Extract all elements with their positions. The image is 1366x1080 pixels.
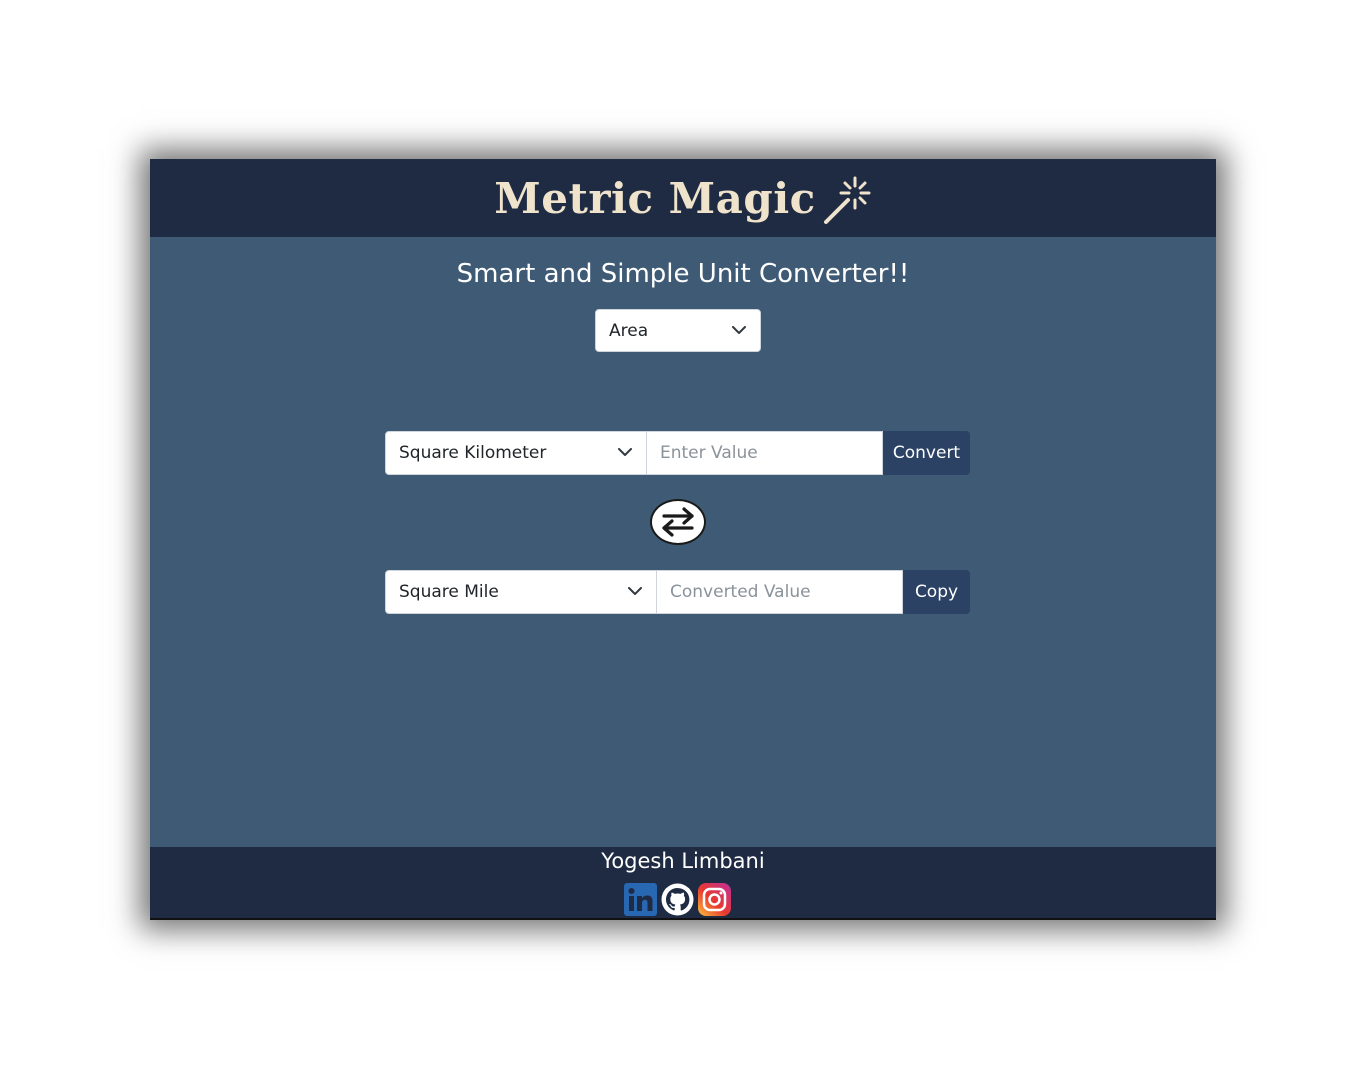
app-title: Metric Magic <box>494 173 816 223</box>
github-icon[interactable] <box>661 883 694 916</box>
to-input-group: Square Mile Converted Value Copy <box>385 570 970 614</box>
chevron-down-icon <box>732 325 746 334</box>
to-unit-select[interactable]: Square Mile <box>385 570 657 614</box>
page-subtitle: Smart and Simple Unit Converter!! <box>456 259 910 289</box>
category-select[interactable]: Area <box>595 309 761 352</box>
to-unit-value: Square Mile <box>399 582 499 602</box>
chevron-down-icon <box>628 587 642 595</box>
app-window: Metric Magic Smart and Simple Unit Conve… <box>150 159 1216 920</box>
converted-value-field[interactable]: Converted Value <box>657 570 903 614</box>
linkedin-icon[interactable] <box>624 883 657 916</box>
swap-button[interactable] <box>650 499 706 545</box>
copy-button[interactable]: Copy <box>903 570 970 614</box>
chevron-down-icon <box>618 448 632 456</box>
magic-wand-icon <box>822 174 872 226</box>
author-name: Yogesh Limbani <box>601 849 765 873</box>
converted-value-placeholder: Converted Value <box>670 582 811 602</box>
app-footer: Yogesh Limbani <box>150 847 1216 920</box>
from-unit-select[interactable]: Square Kilometer <box>385 431 647 475</box>
swap-arrows-icon <box>662 507 694 537</box>
value-input-placeholder: Enter Value <box>660 443 758 463</box>
app-header: Metric Magic <box>150 159 1216 237</box>
value-input[interactable]: Enter Value <box>647 431 883 475</box>
category-select-value: Area <box>609 320 649 341</box>
social-links <box>624 883 731 916</box>
from-input-group: Square Kilometer Enter Value Convert <box>385 431 970 475</box>
instagram-icon[interactable] <box>698 883 731 916</box>
from-unit-value: Square Kilometer <box>399 443 547 463</box>
convert-button[interactable]: Convert <box>883 431 970 475</box>
